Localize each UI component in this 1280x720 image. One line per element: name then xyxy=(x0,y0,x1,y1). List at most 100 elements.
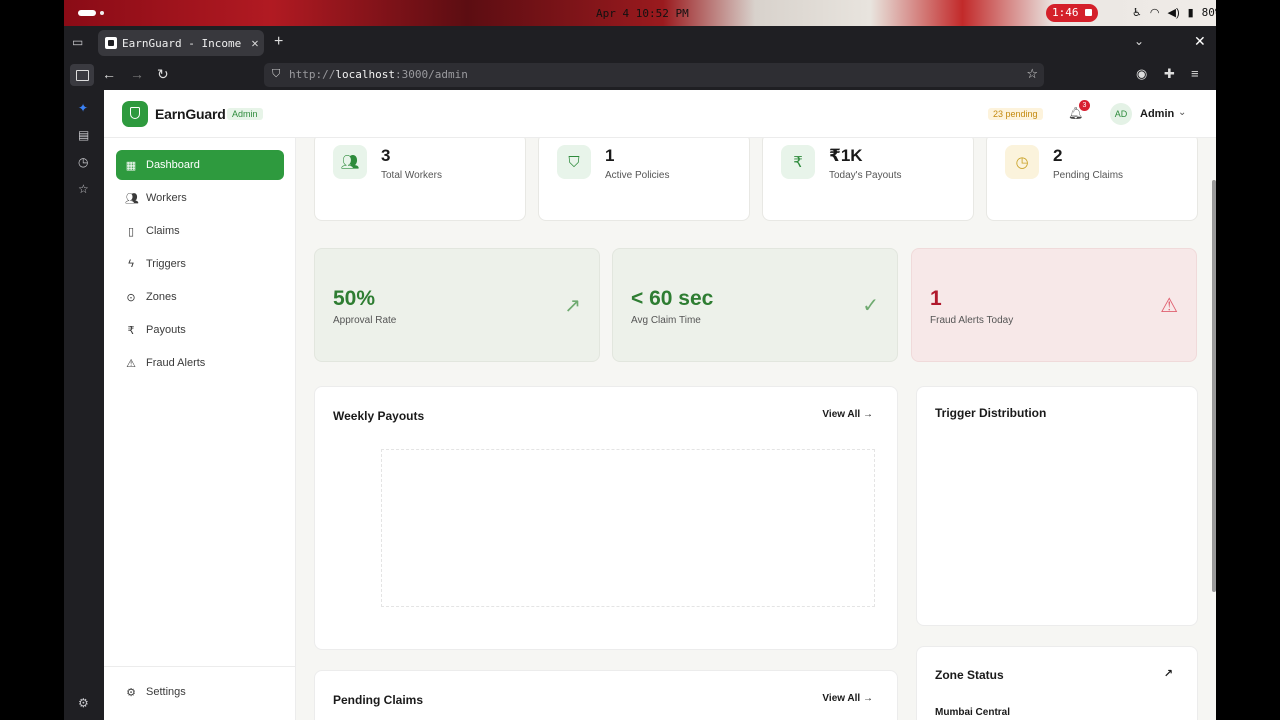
stat-value: ₹1K xyxy=(829,146,863,165)
kpi-fraud-alerts: 1 Fraud Alerts Today ⚠ xyxy=(911,248,1197,362)
trending-up-icon: ↗ xyxy=(564,295,581,317)
browser-sidebar: ✦ ▤ ◷ ☆ ⚙ xyxy=(64,90,104,720)
sidebar-item-label: Zones xyxy=(146,291,177,303)
browser-tab-strip: ▭ EarnGuard - Income ✕ + ⌄ ✕ xyxy=(64,26,1216,60)
stat-label: Today's Payouts xyxy=(829,170,902,181)
window-close-icon[interactable]: ✕ xyxy=(1194,33,1206,50)
weekly-payouts-chart-area xyxy=(381,449,875,607)
sidebar-item-label: Triggers xyxy=(146,258,186,270)
workspace-dot[interactable] xyxy=(100,11,104,15)
panel-title: Zone Status xyxy=(935,668,1004,682)
url-scheme: http:// xyxy=(289,68,336,81)
tab-title: EarnGuard - Income xyxy=(122,36,242,50)
tracking-shield-icon[interactable]: ⛉ xyxy=(272,68,280,81)
sidebar-footer: ⚙ Settings xyxy=(104,666,296,720)
accessibility-icon: ♿ xyxy=(1132,7,1142,19)
pending-badge[interactable]: 23 pending xyxy=(988,108,1043,120)
reload-icon[interactable]: ↻ xyxy=(157,66,169,83)
panel-title: Weekly Payouts xyxy=(333,409,425,423)
back-icon[interactable]: ← xyxy=(102,66,116,82)
chevron-down-icon[interactable]: ⌄ xyxy=(1134,34,1144,48)
weekly-payouts-panel: Weekly Payouts View All → xyxy=(314,386,898,650)
arrow-right-icon: → xyxy=(863,409,873,420)
stop-icon xyxy=(1084,9,1092,16)
os-status-icons[interactable]: ♿ ◠ ◀) ▮ 80% xyxy=(1132,6,1216,19)
rupee-icon: ₹ xyxy=(781,145,815,179)
new-tab-icon[interactable]: + xyxy=(274,33,283,51)
scrollbar[interactable] xyxy=(1212,180,1216,592)
warning-icon: ⚠ xyxy=(1160,295,1178,317)
browser-nav-bar: ← → ↻ ⛉ http://localhost:3000/admin ☆ ◉ … xyxy=(64,60,1216,90)
os-clock[interactable]: Apr 4 10:52 PM xyxy=(596,7,689,20)
kpi-label: Approval Rate xyxy=(333,315,397,326)
users-icon: 👥︎ xyxy=(333,145,367,179)
kpi-label: Avg Claim Time xyxy=(631,315,701,326)
view-all-label: View All xyxy=(822,693,861,704)
sidebar-item-triggers[interactable]: ϟ Triggers xyxy=(116,249,284,279)
sidebar-toggle-icon[interactable] xyxy=(70,64,94,86)
extensions-icon[interactable]: ✚ xyxy=(1164,66,1175,82)
sidebar-item-label: Dashboard xyxy=(146,159,200,171)
view-all-link[interactable]: View All → xyxy=(822,693,873,704)
favicon-icon xyxy=(105,37,117,49)
brand-name: EarnGuard xyxy=(155,106,226,122)
gear-icon[interactable]: ⚙ xyxy=(78,696,89,710)
role-badge: Admin xyxy=(227,108,263,120)
external-link-icon[interactable]: ↗ xyxy=(1164,667,1173,680)
sidebar-item-fraud-alerts[interactable]: ⚠ Fraud Alerts xyxy=(116,348,284,378)
wifi-icon: ◠ xyxy=(1149,7,1160,19)
stat-value: 2 xyxy=(1053,146,1063,165)
avatar[interactable]: AD xyxy=(1110,103,1132,125)
lightning-icon: ϟ xyxy=(128,258,134,270)
browser-tab-active[interactable]: EarnGuard - Income ✕ xyxy=(98,30,264,56)
user-menu-name[interactable]: Admin xyxy=(1140,108,1174,120)
menu-icon[interactable]: ≡ xyxy=(1191,66,1199,81)
document-icon: ▯ xyxy=(127,225,135,238)
users-icon: 👥︎ xyxy=(125,192,139,205)
kpi-approval-rate: 50% Approval Rate ↗ xyxy=(314,248,600,362)
sidebar-item-workers[interactable]: 👥︎ Workers xyxy=(116,183,284,213)
history-icon[interactable]: ◷ xyxy=(78,155,88,169)
battery-icon: ▮ xyxy=(1187,7,1194,19)
synced-tabs-icon[interactable]: ▤ xyxy=(78,128,89,142)
url-host: localhost xyxy=(335,68,395,81)
chevron-down-icon[interactable]: ⌄ xyxy=(1178,107,1186,118)
gear-icon: ⚙ xyxy=(126,686,136,699)
map-pin-icon: ⊙ xyxy=(126,291,136,304)
bookmarks-star-icon[interactable]: ☆ xyxy=(78,182,89,196)
forward-icon[interactable]: → xyxy=(130,66,144,82)
stat-card-active-policies: ⛉ 1 Active Policies xyxy=(538,138,750,221)
sidebar-item-settings[interactable]: ⚙ Settings xyxy=(116,677,284,707)
app-header: EarnGuard Admin 23 pending 🔔︎ 3 AD Admin… xyxy=(104,90,1216,138)
sidebar-item-zones[interactable]: ⊙ Zones xyxy=(116,282,284,312)
close-icon[interactable]: ✕ xyxy=(246,36,264,50)
grid-icon: ▦ xyxy=(125,159,137,172)
account-icon[interactable]: ◉ xyxy=(1136,66,1147,82)
ai-sparkle-icon[interactable]: ✦ xyxy=(78,101,88,115)
screen-recording-indicator[interactable]: 1:46 xyxy=(1046,4,1098,22)
arrow-right-icon: → xyxy=(863,693,873,704)
workspace-indicator[interactable] xyxy=(78,10,96,16)
app-sidebar: ▦ Dashboard 👥︎ Workers ▯ Claims ϟ Trigge… xyxy=(104,138,296,720)
kpi-avg-claim-time: < 60 sec Avg Claim Time ✓ xyxy=(612,248,898,362)
bookmark-star-icon[interactable]: ☆ xyxy=(1026,66,1038,82)
screen: Apr 4 10:52 PM 1:46 ♿ ◠ ◀) ▮ 80% ▭ EarnG… xyxy=(64,0,1216,720)
kpi-value: < 60 sec xyxy=(631,287,714,310)
view-all-link[interactable]: View All → xyxy=(822,409,873,420)
warning-icon: ⚠ xyxy=(126,357,136,370)
url-text[interactable]: http://localhost:3000/admin xyxy=(289,68,468,81)
zone-name[interactable]: Mumbai Central xyxy=(935,707,1010,718)
sidebar-item-payouts[interactable]: ₹ Payouts xyxy=(116,315,284,345)
stat-card-total-workers: 👥︎ 3 Total Workers xyxy=(314,138,526,221)
sidebar-item-dashboard[interactable]: ▦ Dashboard xyxy=(116,150,284,180)
tab-overview-icon[interactable]: ▭ xyxy=(72,35,88,51)
sidebar-item-label: Workers xyxy=(146,192,187,204)
panel-title: Pending Claims xyxy=(333,693,424,707)
sidebar-item-claims[interactable]: ▯ Claims xyxy=(116,216,284,246)
stat-value: 1 xyxy=(605,146,615,165)
battery-level: 80% xyxy=(1201,6,1216,19)
kpi-value: 50% xyxy=(333,287,376,310)
volume-icon: ◀) xyxy=(1167,7,1180,19)
url-bar[interactable]: ⛉ http://localhost:3000/admin ☆ xyxy=(264,63,1044,87)
panel-title: Trigger Distribution xyxy=(935,406,1047,420)
